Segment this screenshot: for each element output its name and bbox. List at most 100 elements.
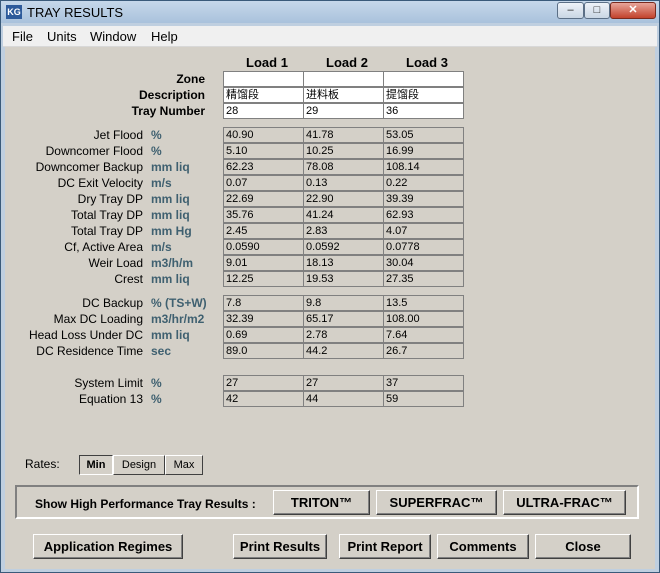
row-unit: mm liq: [151, 208, 190, 222]
menu-file[interactable]: File: [12, 29, 33, 44]
value-cell: 4.07: [383, 223, 464, 239]
value-cell[interactable]: [303, 71, 384, 87]
value-cell: 9.8: [303, 295, 384, 311]
application-regimes-button[interactable]: Application Regimes: [33, 534, 183, 559]
value-cell[interactable]: [383, 71, 464, 87]
row-unit: mm liq: [151, 192, 190, 206]
column-header-load1: Load 1: [246, 55, 288, 70]
row-label: Dry Tray DP: [77, 192, 143, 206]
value-cell: 0.22: [383, 175, 464, 191]
ultrafrac-button[interactable]: ULTRA-FRAC™: [503, 490, 626, 515]
row-label: Jet Flood: [93, 128, 143, 142]
value-cell: 0.0590: [223, 239, 304, 255]
value-cell: 44: [303, 391, 384, 407]
results-panel: Load 1 Load 2 Load 3 Zone Description 精馏段进…: [5, 47, 655, 569]
rates-label: Rates:: [25, 457, 60, 471]
value-cell: 62.93: [383, 207, 464, 223]
row-label: DC Residence Time: [36, 344, 143, 358]
row-unit: mm liq: [151, 328, 190, 342]
menu-bar: File Units Window Help: [3, 26, 657, 47]
close-window-button[interactable]: ✕: [610, 2, 656, 19]
menu-window[interactable]: Window: [90, 29, 136, 44]
value-cell: 78.08: [303, 159, 384, 175]
value-cell[interactable]: 29: [303, 103, 384, 119]
value-cell[interactable]: 28: [223, 103, 304, 119]
value-cell: 0.13: [303, 175, 384, 191]
value-cell: 27: [303, 375, 384, 391]
row-unit: mm Hg: [151, 224, 192, 238]
value-cell: 35.76: [223, 207, 304, 223]
value-cell: 42: [223, 391, 304, 407]
minimize-button[interactable]: ‒: [557, 2, 584, 19]
value-cell: 59: [383, 391, 464, 407]
value-cell: 0.07: [223, 175, 304, 191]
value-cell: 0.0592: [303, 239, 384, 255]
row-unit: mm liq: [151, 272, 190, 286]
row-label: Cf, Active Area: [64, 240, 143, 254]
triton-button[interactable]: TRITON™: [273, 490, 370, 515]
row-unit: %: [151, 128, 162, 142]
value-cell: 108.14: [383, 159, 464, 175]
row-label: DC Backup: [82, 296, 143, 310]
rates-min-button[interactable]: Min: [79, 455, 113, 475]
column-header-load2: Load 2: [326, 55, 368, 70]
value-cell[interactable]: 36: [383, 103, 464, 119]
value-cell: 39.39: [383, 191, 464, 207]
value-cell: 19.53: [303, 271, 384, 287]
row-label: System Limit: [74, 376, 143, 390]
value-cell: 30.04: [383, 255, 464, 271]
value-cell[interactable]: [223, 71, 304, 87]
row-label: Equation 13: [78, 392, 143, 406]
superfrac-button[interactable]: SUPERFRAC™: [376, 490, 497, 515]
value-cell[interactable]: 提馏段: [383, 87, 464, 103]
value-cell[interactable]: 进料板: [303, 87, 384, 103]
value-cell: 22.90: [303, 191, 384, 207]
value-cell: 5.10: [223, 143, 304, 159]
row-label: DC Exit Velocity: [57, 176, 143, 190]
menu-units[interactable]: Units: [47, 29, 77, 44]
value-cell: 0.69: [223, 327, 304, 343]
value-cell: 108.00: [383, 311, 464, 327]
print-results-button[interactable]: Print Results: [233, 534, 327, 559]
maximize-button[interactable]: □: [584, 2, 610, 19]
value-cell[interactable]: 精馏段: [223, 87, 304, 103]
value-cell: 7.64: [383, 327, 464, 343]
row-unit: %: [151, 144, 162, 158]
row-label: Downcomer Backup: [35, 160, 143, 174]
value-cell: 26.7: [383, 343, 464, 359]
row-unit: % (TS+W): [151, 296, 207, 310]
rates-max-button[interactable]: Max: [165, 455, 203, 475]
tray-results-window: KG TRAY RESULTS ‒ □ ✕ File Units Window …: [0, 0, 660, 573]
value-cell: 0.0778: [383, 239, 464, 255]
menu-help[interactable]: Help: [151, 29, 178, 44]
value-cell: 12.25: [223, 271, 304, 287]
value-cell: 2.45: [223, 223, 304, 239]
row-label: Total Tray DP: [70, 224, 143, 238]
value-cell: 53.05: [383, 127, 464, 143]
print-report-button[interactable]: Print Report: [339, 534, 431, 559]
app-logo-icon: KG: [6, 5, 22, 19]
rates-design-button[interactable]: Design: [113, 455, 165, 475]
value-cell: 89.0: [223, 343, 304, 359]
row-unit: m/s: [151, 176, 172, 190]
comments-button[interactable]: Comments: [437, 534, 529, 559]
value-cell: 2.78: [303, 327, 384, 343]
value-cell: 7.8: [223, 295, 304, 311]
value-cell: 27.35: [383, 271, 464, 287]
value-cell: 13.5: [383, 295, 464, 311]
value-cell: 2.83: [303, 223, 384, 239]
value-cell: 16.99: [383, 143, 464, 159]
column-header-load3: Load 3: [406, 55, 448, 70]
value-cell: 41.24: [303, 207, 384, 223]
title-bar: KG TRAY RESULTS ‒ □ ✕: [1, 1, 659, 23]
row-label: Crest: [114, 272, 143, 286]
close-button[interactable]: Close: [535, 534, 631, 559]
hp-label: Show High Performance Tray Results :: [35, 497, 256, 511]
value-cell: 62.23: [223, 159, 304, 175]
value-cell: 9.01: [223, 255, 304, 271]
row-unit: %: [151, 392, 162, 406]
row-label: Max DC Loading: [53, 312, 143, 326]
value-cell: 18.13: [303, 255, 384, 271]
value-cell: 65.17: [303, 311, 384, 327]
value-cell: 27: [223, 375, 304, 391]
